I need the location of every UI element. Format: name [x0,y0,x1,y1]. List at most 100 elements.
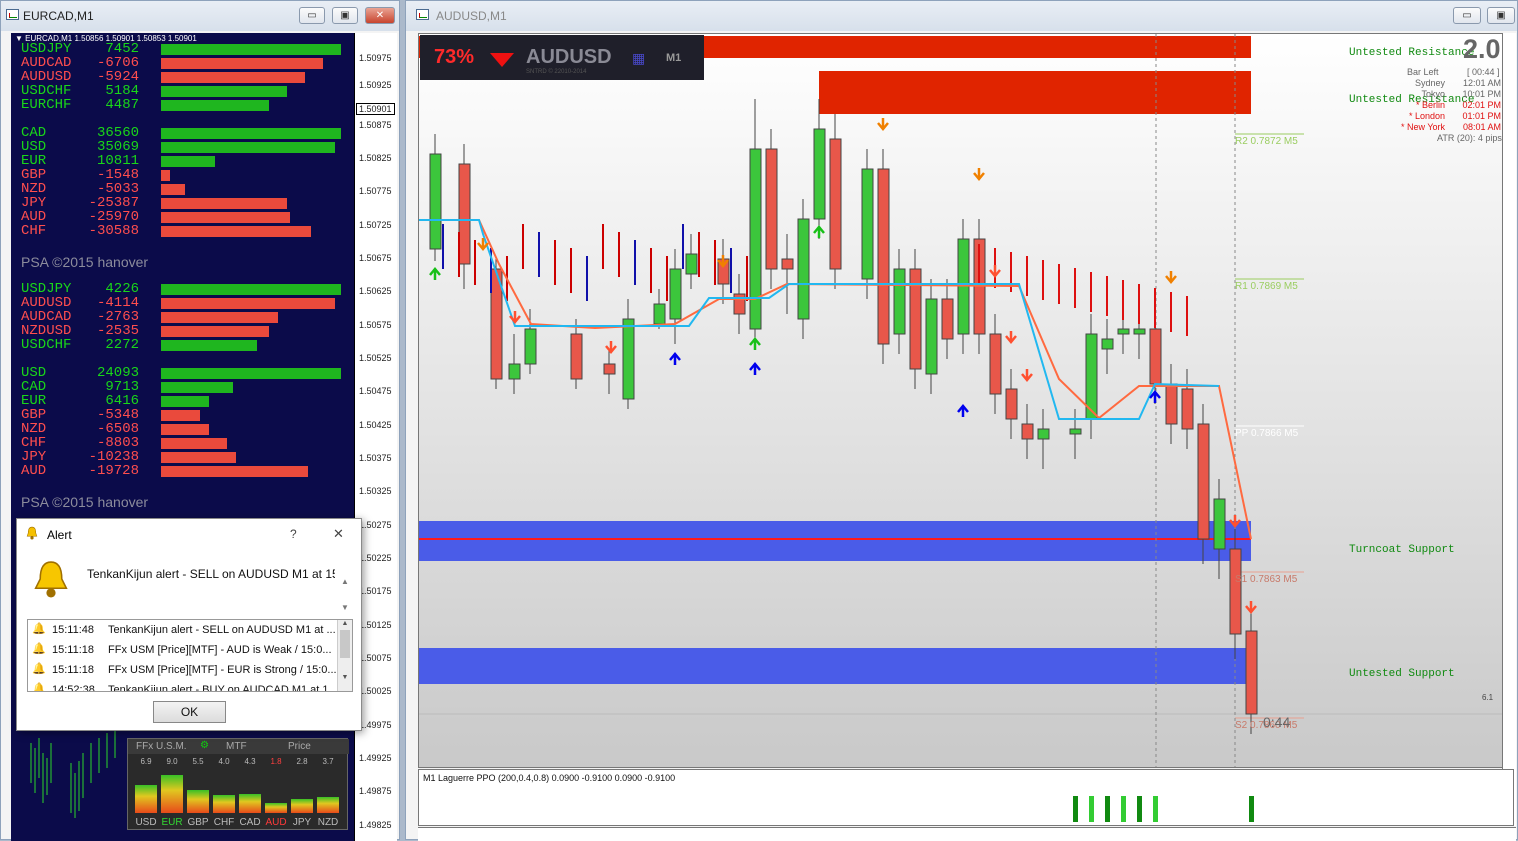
currency-value: -19728 [88,463,139,479]
price-chart[interactable]: 73% AUDUSD ▦ M1 SNTRD © 22010-2014 Untes… [418,33,1514,768]
chart-window-titlebar[interactable]: AUDUSD,M1 ▭ ▣ [406,1,1517,31]
laguerre-ppo-subwindow[interactable]: M1 Laguerre PPO (200,0.4,0.8) 0.0900 -0.… [418,769,1514,826]
currency-name: CHF [21,435,47,451]
pair-name: AUDUSD [21,69,72,85]
candle-body [1005,388,1018,420]
log-text: TenkanKijun alert - BUY on AUDCAD M1 at … [108,684,338,692]
minimize-button[interactable]: ▭ [299,7,325,24]
maximize-button[interactable]: ▣ [332,7,358,24]
currency-name: JPY [21,195,47,211]
candle-body [1229,548,1242,635]
ok-button[interactable]: OK [153,701,226,723]
maximize-button[interactable]: ▣ [1487,7,1515,24]
currency-value: -10238 [88,449,139,465]
candle-body [1021,423,1034,440]
ffx-column: 2.8 JPY [290,755,314,830]
alert-log-list[interactable]: ▲ ▼ 🔔 15:11:48 TenkanKijun alert - SELL on … [27,619,353,692]
candle-body [829,138,842,270]
ffx-price-label: Price [288,741,311,752]
ffx-column: 9.0 EUR [160,755,184,830]
message-scroll-arrows[interactable]: ▲ ▼ [341,569,349,621]
currency-value: 6416 [105,393,139,409]
axis-tick: 1.50625 [359,286,392,296]
candle-body [524,328,537,365]
resistance-zone [819,71,1251,114]
candle-body [1117,328,1130,335]
log-row[interactable]: 🔔 15:11:18 FFx USM [Price][MTF] - EUR is S… [28,660,338,680]
log-row[interactable]: 🔔 14:52:38 TenkanKijun alert - BUY on AUDC… [28,680,338,692]
ffx-gear-icon[interactable]: ⚙ [200,740,209,751]
pair-value: 2272 [105,337,139,353]
strength-bar [161,128,341,139]
chart-canvas[interactable] [419,34,1513,767]
ffx-value: 1.8 [270,757,282,766]
strength-row: USDCHF 5184 [11,84,351,98]
zone-label-untested-support: Untested Support [1349,668,1455,680]
candle-body [1069,428,1082,435]
clock-city: Sydney [1414,78,1445,88]
strength-bar [161,86,287,97]
bar-countdown: 0:44 [1263,714,1291,730]
log-scrollbar[interactable]: ▲ ▼ [337,620,352,691]
pair-name: EURCHF [21,97,72,113]
strength-row: GBP -1548 [11,168,351,182]
axis-tick: 1.50725 [359,220,392,230]
strength-bar [161,170,170,181]
axis-tick: 1.50025 [359,686,392,696]
minimize-button[interactable]: ▭ [1453,7,1481,24]
strength-bar [161,212,290,223]
axis-tick: 1.50675 [359,253,392,263]
strength-row: AUD -19728 [11,464,351,478]
ppo-histogram [1073,796,1254,822]
pair-name: AUDCAD [21,55,72,71]
candle-body [685,253,698,275]
left-window-titlebar[interactable]: EURCAD,M1 ▭ ▣ ✕ [1,1,399,31]
candle-body [765,148,778,270]
bell-icon: 🔔 [32,643,46,655]
strength-row: AUDUSD -5924 [11,70,351,84]
alert-close-button[interactable]: ✕ [333,526,344,542]
candle-body [781,258,794,270]
currency-name: GBP [21,407,47,423]
pair-name: NZDUSD [21,323,72,339]
credit-label: PSA ©2015 hanover [21,254,149,270]
side-label: 6.1 [1482,693,1494,702]
axis-tick: 1.50475 [359,386,392,396]
ffx-value: 2.8 [296,757,308,766]
strength-row: NZD -6508 [11,422,351,436]
alert-titlebar[interactable]: Alert ? ✕ [17,519,361,549]
badge-symbol: AUDUSD [526,46,612,68]
candle-body [603,363,616,375]
ffx-value: 5.5 [192,757,204,766]
axis-tick: 1.50875 [359,120,392,130]
help-button[interactable]: ? [290,527,297,541]
clock-time: 12:01 AM [1462,78,1501,88]
pair-value: 5184 [105,83,139,99]
currency-name: CHF [21,223,47,239]
ffx-value: 9.0 [166,757,178,766]
ffx-column: 6.9 USD [134,755,158,830]
log-row[interactable]: 🔔 15:11:18 FFx USM [Price][MTF] - AUD is W… [28,640,338,660]
strength-row: AUDCAD -6706 [11,56,351,70]
axis-tick: 1.50225 [359,553,392,563]
bell-icon: 🔔 [32,683,46,692]
axis-tick: 1.50901 [356,103,395,115]
version-label: 2.0 [1463,34,1501,64]
strength-bar [161,298,335,309]
clock-time: 02:01 PM [1462,100,1501,110]
ffx-level-bar [161,775,183,813]
log-row[interactable]: 🔔 15:11:48 TenkanKijun alert - SELL on AUD… [28,620,338,640]
candle-body [458,163,471,265]
candle-body [941,298,954,340]
candle-body [429,153,442,250]
close-button[interactable]: ✕ [365,7,395,24]
down-arrow-icon [490,53,514,67]
candle-body [1165,383,1178,425]
ffx-usm-widget: FFx U.S.M. ⚙ MTF Price 6.9 USD 9.0 EUR 5.5 GB… [127,738,349,830]
strength-bar [161,184,185,195]
strength-bar [161,438,227,449]
pair-value: 4487 [105,97,139,113]
clock-city: * New York [1400,122,1445,132]
bar-left-label: Bar Left [1407,67,1439,77]
pivot-r1: R1 0.7869 M5 [1235,281,1298,292]
